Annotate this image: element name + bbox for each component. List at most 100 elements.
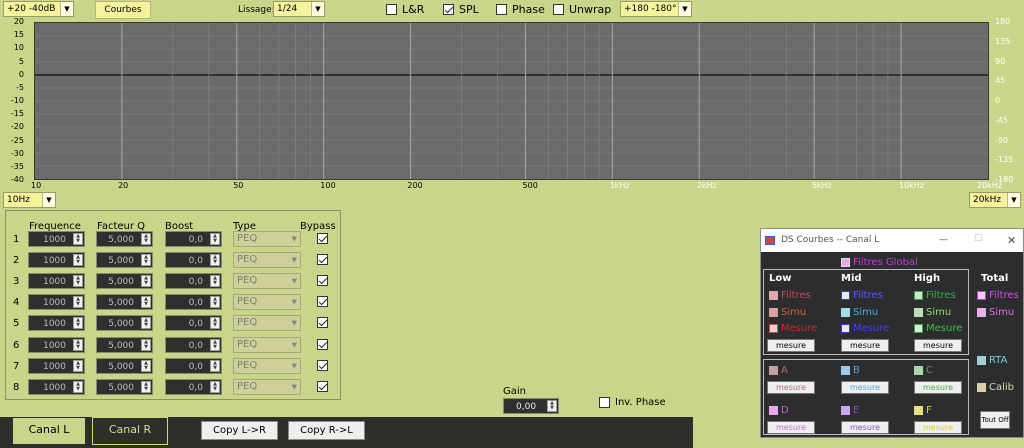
facteur-q-input[interactable]: 5,000 ▲ ▼ bbox=[96, 231, 153, 247]
gain-input[interactable]: 0,00 ▲ ▼ bbox=[503, 398, 559, 414]
spinner-icon[interactable]: ▲ ▼ bbox=[210, 233, 220, 245]
slot-b-mesure-button[interactable]: mesure bbox=[841, 381, 889, 394]
minimize-icon[interactable]: — bbox=[939, 229, 948, 252]
maximize-icon[interactable]: ☐ bbox=[974, 228, 982, 251]
slot-c-mesure-button[interactable]: mesure bbox=[914, 381, 962, 394]
spinner-icon[interactable]: ▲ ▼ bbox=[73, 317, 83, 330]
spinner-icon[interactable]: ▲ ▼ bbox=[73, 233, 83, 245]
spinner-icon[interactable]: ▲ ▼ bbox=[210, 338, 220, 351]
bypass-checkbox[interactable] bbox=[317, 317, 328, 329]
mid-filtres-toggle[interactable]: Filtres bbox=[841, 290, 883, 301]
boost-input[interactable]: 0,0 ▲ ▼ bbox=[165, 378, 222, 395]
facteur-q-input[interactable]: 5,000 ▲ ▼ bbox=[96, 336, 153, 353]
high-mesure-toggle[interactable]: Mesure bbox=[914, 323, 962, 334]
spinner-icon[interactable]: ▲ ▼ bbox=[547, 400, 557, 412]
bypass-checkbox[interactable] bbox=[317, 275, 328, 287]
boost-input[interactable]: 0,0 ▲ ▼ bbox=[165, 336, 222, 353]
xmax-select[interactable]: 20kHz ▼ bbox=[969, 192, 1021, 208]
spinner-icon[interactable]: ▲ ▼ bbox=[210, 359, 220, 372]
type-select[interactable]: PEQ ▼ bbox=[233, 315, 301, 332]
boost-input[interactable]: 0,0 ▲ ▼ bbox=[165, 273, 222, 290]
high-simu-toggle[interactable]: Simu bbox=[914, 307, 951, 318]
slot-f-toggle[interactable]: F bbox=[914, 405, 932, 416]
frequence-input[interactable]: 1000 ▲ ▼ bbox=[28, 252, 85, 269]
facteur-q-input[interactable]: 5,000 ▲ ▼ bbox=[96, 294, 153, 311]
facteur-q-input[interactable]: 5,000 ▲ ▼ bbox=[96, 252, 153, 269]
frequence-input[interactable]: 1000 ▲ ▼ bbox=[28, 378, 85, 395]
spinner-icon[interactable]: ▲ ▼ bbox=[73, 296, 83, 309]
facteur-q-input[interactable]: 5,000 ▲ ▼ bbox=[96, 273, 153, 290]
bypass-checkbox[interactable] bbox=[317, 359, 328, 371]
tab-canal-r[interactable]: Canal R bbox=[92, 417, 168, 445]
phase-range-select[interactable]: +180 -180° ▼ bbox=[620, 1, 692, 17]
type-select[interactable]: PEQ ▼ bbox=[233, 336, 301, 353]
tout-off-button[interactable]: Tout Off bbox=[980, 411, 1010, 429]
spinner-icon[interactable]: ▲ ▼ bbox=[141, 359, 151, 372]
spinner-icon[interactable]: ▲ ▼ bbox=[141, 338, 151, 351]
slot-a-mesure-button[interactable]: mesure bbox=[767, 381, 815, 394]
inv-phase-checkbox[interactable]: Inv. Phase bbox=[599, 397, 666, 408]
frequence-input[interactable]: 1000 ▲ ▼ bbox=[28, 273, 85, 290]
lissage-select[interactable]: 1/24 ▼ bbox=[273, 1, 325, 17]
high-mesure-button[interactable]: mesure bbox=[914, 339, 962, 352]
rta-toggle[interactable]: RTA bbox=[977, 355, 1007, 366]
total-filtres-toggle[interactable]: Filtres bbox=[977, 290, 1019, 301]
slot-e-mesure-button[interactable]: mesure bbox=[841, 421, 889, 434]
frequency-plot[interactable] bbox=[34, 22, 989, 180]
mid-mesure-button[interactable]: mesure bbox=[841, 339, 889, 352]
frequence-input[interactable]: 1000 ▲ ▼ bbox=[28, 231, 85, 247]
unwrap-checkbox[interactable]: Unwrap bbox=[553, 3, 611, 16]
spinner-icon[interactable]: ▲ ▼ bbox=[210, 275, 220, 288]
frequence-input[interactable]: 1000 ▲ ▼ bbox=[28, 294, 85, 311]
slot-d-toggle[interactable]: D bbox=[769, 405, 789, 416]
spinner-icon[interactable]: ▲ ▼ bbox=[73, 359, 83, 372]
low-mesure-button[interactable]: mesure bbox=[767, 339, 815, 352]
spinner-icon[interactable]: ▲ ▼ bbox=[210, 380, 220, 393]
frequence-input[interactable]: 1000 ▲ ▼ bbox=[28, 315, 85, 332]
spinner-icon[interactable]: ▲ ▼ bbox=[73, 254, 83, 267]
total-simu-toggle[interactable]: Simu bbox=[977, 307, 1014, 318]
boost-input[interactable]: 0,0 ▲ ▼ bbox=[165, 315, 222, 332]
high-filtres-toggle[interactable]: Filtres bbox=[914, 290, 956, 301]
slot-d-mesure-button[interactable]: mesure bbox=[767, 421, 815, 434]
facteur-q-input[interactable]: 5,000 ▲ ▼ bbox=[96, 378, 153, 395]
bypass-checkbox[interactable] bbox=[317, 254, 328, 266]
lr-checkbox[interactable]: L&R bbox=[386, 3, 424, 16]
slot-c-toggle[interactable]: C bbox=[914, 365, 933, 376]
range-select[interactable]: +20 -40dB ▼ bbox=[3, 1, 74, 17]
spinner-icon[interactable]: ▲ ▼ bbox=[73, 338, 83, 351]
bypass-checkbox[interactable] bbox=[317, 296, 328, 308]
spinner-icon[interactable]: ▲ ▼ bbox=[73, 275, 83, 288]
spl-checkbox[interactable]: SPL bbox=[443, 3, 479, 16]
bypass-checkbox[interactable] bbox=[317, 380, 328, 392]
calib-toggle[interactable]: Calib bbox=[977, 382, 1014, 393]
spinner-icon[interactable]: ▲ ▼ bbox=[210, 317, 220, 330]
close-icon[interactable]: ✕ bbox=[1007, 229, 1016, 252]
mid-mesure-toggle[interactable]: Mesure bbox=[841, 323, 889, 334]
ds-titlebar[interactable]: DS Courbes -- Canal L — ☐ ✕ bbox=[761, 229, 1023, 252]
type-select[interactable]: PEQ ▼ bbox=[233, 357, 301, 374]
spinner-icon[interactable]: ▲ ▼ bbox=[210, 254, 220, 267]
boost-input[interactable]: 0,0 ▲ ▼ bbox=[165, 231, 222, 247]
type-select[interactable]: PEQ ▼ bbox=[233, 273, 301, 290]
boost-input[interactable]: 0,0 ▲ ▼ bbox=[165, 357, 222, 374]
type-select[interactable]: PEQ ▼ bbox=[233, 252, 301, 269]
facteur-q-input[interactable]: 5,000 ▲ ▼ bbox=[96, 315, 153, 332]
slot-e-toggle[interactable]: E bbox=[841, 405, 859, 416]
slot-f-mesure-button[interactable]: mesure bbox=[914, 421, 962, 434]
type-select[interactable]: PEQ ▼ bbox=[233, 231, 301, 247]
low-mesure-toggle[interactable]: Mesure bbox=[769, 323, 817, 334]
low-simu-toggle[interactable]: Simu bbox=[769, 307, 806, 318]
tab-canal-l[interactable]: Canal L bbox=[12, 417, 86, 445]
facteur-q-input[interactable]: 5,000 ▲ ▼ bbox=[96, 357, 153, 374]
spinner-icon[interactable]: ▲ ▼ bbox=[73, 380, 83, 393]
phase-checkbox[interactable]: Phase bbox=[496, 3, 545, 16]
spinner-icon[interactable]: ▲ ▼ bbox=[141, 233, 151, 245]
spinner-icon[interactable]: ▲ ▼ bbox=[141, 296, 151, 309]
type-select[interactable]: PEQ ▼ bbox=[233, 294, 301, 311]
type-select[interactable]: PEQ ▼ bbox=[233, 378, 301, 395]
spinner-icon[interactable]: ▲ ▼ bbox=[141, 254, 151, 267]
spinner-icon[interactable]: ▲ ▼ bbox=[141, 380, 151, 393]
spinner-icon[interactable]: ▲ ▼ bbox=[141, 275, 151, 288]
mid-simu-toggle[interactable]: Simu bbox=[841, 307, 878, 318]
